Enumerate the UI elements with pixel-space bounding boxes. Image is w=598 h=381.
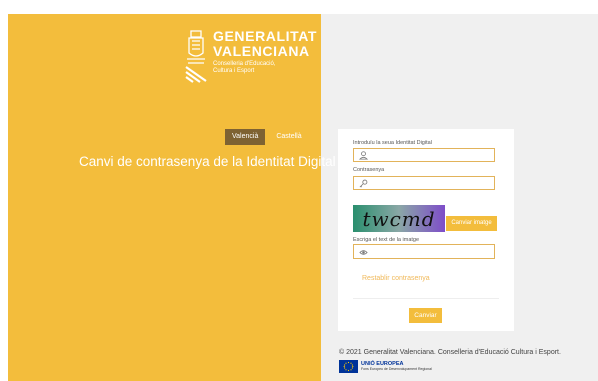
lang-valencia-button[interactable]: Valencià <box>225 129 266 145</box>
username-input[interactable] <box>353 148 495 162</box>
logo-line-2: VALENCIANA <box>213 43 310 59</box>
reset-password-link[interactable]: Restablir contrasenya <box>362 275 430 282</box>
captcha-input-label: Escriga el text de la imatge <box>353 237 420 243</box>
logo-subtitle-2: Cultura i Esport <box>213 68 255 74</box>
logo-subtitle-1: Conselleria d'Educació, <box>213 61 276 67</box>
captcha-text: twcmd <box>362 207 435 231</box>
username-label: Introduïu la seua Identitat Digital <box>353 140 432 146</box>
logo-line-1: GENERALITAT <box>213 28 318 44</box>
eu-text: UNIÓ EUROPEA Fons Europeu de Desenvolupa… <box>361 361 432 372</box>
eu-flag-icon <box>339 360 358 373</box>
login-form-card: Introduïu la seua Identitat Digital Cont… <box>338 129 514 331</box>
key-icon <box>359 179 368 188</box>
change-image-button[interactable]: Canviar imatge <box>446 216 497 231</box>
language-switcher: Valencià Castellà <box>225 129 309 145</box>
page-title: Canvi de contrasenya de la Identitat Dig… <box>79 154 336 169</box>
captcha-input[interactable] <box>353 244 495 259</box>
user-icon <box>359 151 368 160</box>
form-divider <box>353 298 499 299</box>
logo-text: GENERALITAT VALENCIANA Conselleria d'Edu… <box>213 29 317 75</box>
copyright-text: © 2021 Generalitat Valenciana. Conseller… <box>339 349 561 356</box>
lang-castella-button[interactable]: Castellà <box>269 129 308 145</box>
submit-button[interactable]: Canviar <box>409 308 442 323</box>
login-page: GENERALITAT VALENCIANA Conselleria d'Edu… <box>0 0 598 381</box>
password-input[interactable] <box>353 176 495 190</box>
eye-icon <box>359 250 368 255</box>
eu-subtitle: Fons Europeu de Desenvolupament Regional <box>361 367 432 371</box>
password-label: Contrasenya <box>353 167 385 173</box>
crest-icon <box>185 30 207 83</box>
captcha-image: twcmd <box>353 205 445 232</box>
generalitat-logo: GENERALITAT VALENCIANA Conselleria d'Edu… <box>183 29 317 85</box>
eu-logo: UNIÓ EUROPEA Fons Europeu de Desenvolupa… <box>339 360 432 373</box>
